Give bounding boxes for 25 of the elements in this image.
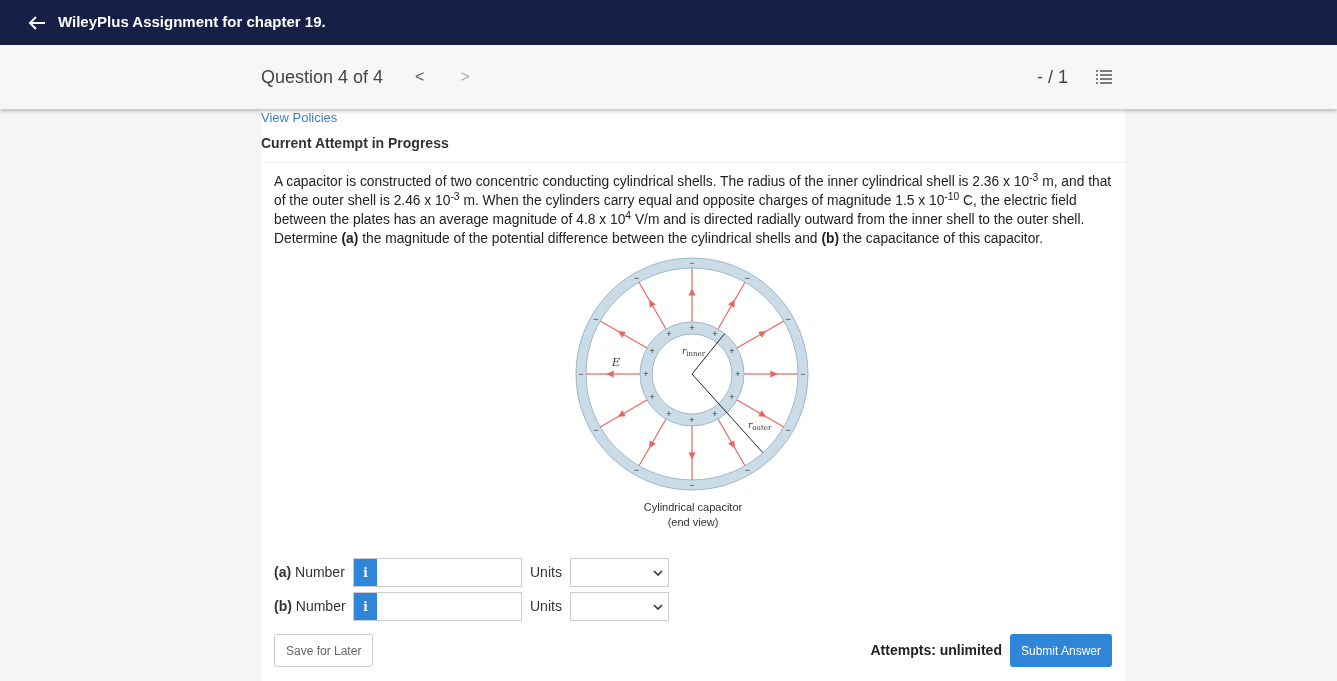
answer-field[interactable]: i <box>353 592 522 621</box>
question-list-icon[interactable] <box>1096 70 1112 84</box>
info-icon[interactable]: i <box>354 559 377 586</box>
answer-field[interactable]: i <box>353 558 522 587</box>
info-icon[interactable]: i <box>354 593 377 620</box>
figure-caption: Cylindrical capacitor <box>643 500 743 515</box>
save-for-later-button[interactable]: Save for Later <box>274 634 374 667</box>
answer-label: (a) Number <box>274 563 346 582</box>
submit-answer-button[interactable]: Submit Answer <box>1009 634 1112 667</box>
units-label: Units <box>530 597 563 616</box>
question-text: A capacitor is constructed of two concentric conducting cylindrical shells. The radius of the inner cylindrical shell is 2.36 x 10$^{-3}$ m, and that of the outer shell is 2.46 x 10$^{-3}$ m. When the cylinders carry equal and opposite charges of magnitude 1.5 x 10$^{-10}$ C, the electric field between the plates has an average magnitude of 4.8 x 10$^{4}$ V/m and is directed radially outward from the inner shell to the outer shell. Determine (a) the magnitude of the potential difference between the cylindrical shells and (b) the capacitance of this capacitor. <box>273 170 1113 248</box>
next-button[interactable]: > <box>460 65 470 89</box>
view-policies-link[interactable]: View Policies <box>261 111 338 125</box>
units-label: Units <box>530 563 563 582</box>
answer-label: (b) Number <box>274 597 347 616</box>
previous-button[interactable]: < <box>415 65 425 89</box>
chevron-down-icon <box>653 603 663 610</box>
score-text: - / 1 <box>1037 65 1068 89</box>
question-counter: Question 4 of 4 <box>261 65 384 89</box>
attempt-heading: Current Attempt in Progress <box>261 133 1125 163</box>
chevron-down-icon <box>653 569 663 576</box>
attempts-text: Attempts: unlimited <box>870 641 1002 660</box>
back-arrow-icon[interactable] <box>28 14 46 31</box>
assignment-title: WileyPlus Assignment for chapter 19. <box>58 12 326 33</box>
figure-caption: (end view) <box>667 515 719 530</box>
